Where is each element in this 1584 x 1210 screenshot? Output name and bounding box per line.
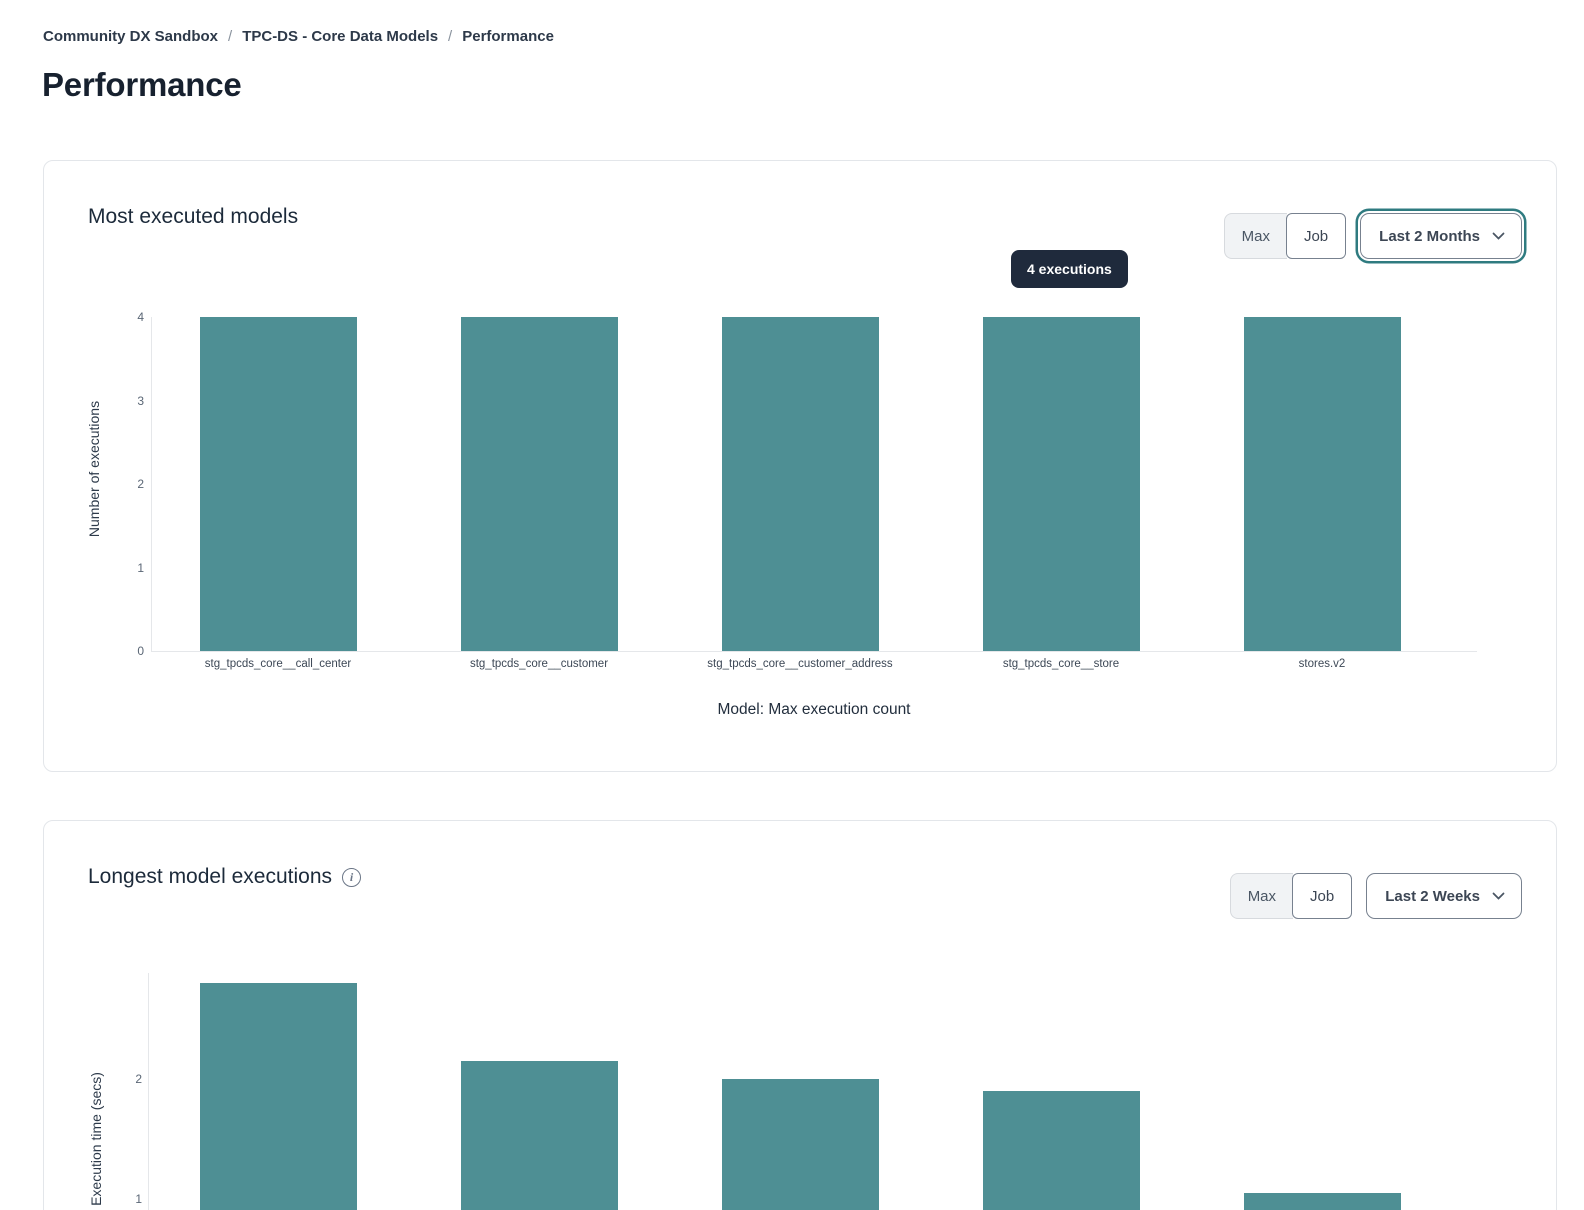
job-button[interactable]: Job	[1286, 213, 1346, 259]
chart-bar[interactable]	[200, 983, 357, 1210]
breadcrumb-separator: /	[228, 28, 232, 45]
time-range-dropdown[interactable]: Last 2 Months	[1360, 213, 1522, 259]
category-label: stg_tpcds_core__store	[901, 658, 1221, 670]
card-title-text: Longest model executions	[88, 865, 332, 889]
category-label: stores.v2	[1162, 658, 1482, 670]
chart-bar[interactable]	[983, 1091, 1140, 1210]
max-job-segmented-control: Max Job	[1230, 873, 1353, 919]
y-tick-label: 2	[104, 477, 144, 491]
y-tick-label: 0	[104, 644, 144, 658]
y-tick-label: 1	[102, 1192, 142, 1206]
x-axis-line	[151, 651, 1477, 652]
longest-model-executions-card: Longest model executions i Max Job Last …	[43, 820, 1557, 1210]
chart-bar[interactable]	[461, 1061, 618, 1210]
max-button[interactable]: Max	[1230, 873, 1293, 919]
chevron-down-icon	[1492, 232, 1505, 240]
breadcrumb: Community DX Sandbox / TPC-DS - Core Dat…	[43, 28, 554, 45]
x-axis-caption: Model: Max execution count	[151, 701, 1477, 719]
job-button[interactable]: Job	[1292, 873, 1352, 919]
breadcrumb-item-current: Performance	[462, 28, 554, 45]
breadcrumb-item-workspace[interactable]: Community DX Sandbox	[43, 28, 218, 45]
time-range-value: Last 2 Weeks	[1385, 888, 1480, 905]
breadcrumb-separator: /	[448, 28, 452, 45]
chart-bar[interactable]	[983, 317, 1140, 651]
chart-controls: Max Job Last 2 Months	[1224, 213, 1522, 259]
y-axis-line	[151, 317, 152, 651]
chart-tooltip: 4 executions	[1011, 250, 1128, 288]
y-tick-label: 4	[104, 310, 144, 324]
chart-bar[interactable]	[461, 317, 618, 651]
max-button[interactable]: Max	[1224, 213, 1287, 259]
chart-bar[interactable]	[722, 317, 879, 651]
card-title: Most executed models	[88, 205, 298, 229]
category-label: stg_tpcds_core__customer_address	[640, 658, 960, 670]
performance-page: Community DX Sandbox / TPC-DS - Core Dat…	[0, 0, 1584, 1210]
chart-bar[interactable]	[1244, 1193, 1401, 1210]
y-tick-label: 3	[104, 394, 144, 408]
chart-bar[interactable]	[722, 1079, 879, 1210]
time-range-value: Last 2 Months	[1379, 228, 1480, 245]
chart-controls: Max Job Last 2 Weeks	[1230, 873, 1522, 919]
card-title-text: Most executed models	[88, 205, 298, 229]
y-axis-label: Number of executions	[86, 299, 102, 639]
y-axis-line	[148, 973, 149, 1210]
breadcrumb-item-project[interactable]: TPC-DS - Core Data Models	[242, 28, 438, 45]
page-title: Performance	[42, 66, 242, 104]
chart-bar[interactable]	[200, 317, 357, 651]
chevron-down-icon	[1492, 892, 1505, 900]
y-tick-label: 2	[102, 1072, 142, 1086]
tooltip-text: 4 executions	[1027, 261, 1112, 277]
time-range-dropdown[interactable]: Last 2 Weeks	[1366, 873, 1522, 919]
max-job-segmented-control: Max Job	[1224, 213, 1347, 259]
y-axis-label: Execution time (secs)	[88, 1029, 104, 1210]
info-icon[interactable]: i	[342, 868, 361, 887]
category-label: stg_tpcds_core__customer	[379, 658, 699, 670]
most-executed-models-card: Most executed models Max Job Last 2 Mont…	[43, 160, 1557, 772]
chart-bar[interactable]	[1244, 317, 1401, 651]
y-tick-label: 1	[104, 561, 144, 575]
category-label: stg_tpcds_core__call_center	[118, 658, 438, 670]
card-title: Longest model executions i	[88, 865, 361, 889]
